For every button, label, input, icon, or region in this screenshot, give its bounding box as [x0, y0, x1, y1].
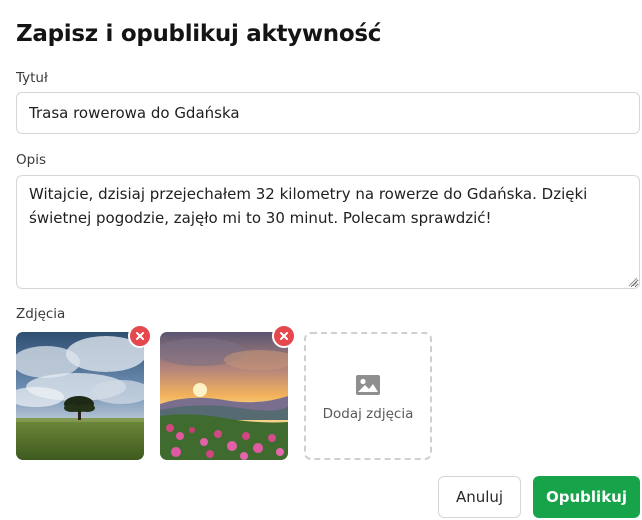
remove-photo-button[interactable]: [272, 324, 296, 348]
tree-meadow-photo-icon: [16, 332, 144, 460]
sunset-flowers-photo-icon: [160, 332, 288, 460]
cancel-button[interactable]: Anuluj: [438, 476, 521, 518]
title-input[interactable]: [16, 92, 640, 134]
title-label: Tytuł: [16, 70, 48, 86]
description-textarea[interactable]: Witajcie, dzisiaj przejechałem 32 kilome…: [16, 175, 640, 289]
close-icon: [280, 332, 288, 340]
image-icon: [356, 375, 380, 395]
page-title: Zapisz i opublikuj aktywność: [16, 21, 382, 47]
close-icon: [136, 332, 144, 340]
remove-photo-button[interactable]: [128, 324, 152, 348]
photo-thumbnail[interactable]: [160, 324, 296, 460]
photo-thumbnail[interactable]: [16, 324, 152, 460]
publish-button[interactable]: Opublikuj: [533, 476, 640, 518]
add-photos-button[interactable]: Dodaj zdjęcia: [304, 332, 432, 460]
add-photos-label: Dodaj zdjęcia: [322, 406, 414, 422]
description-label: Opis: [16, 152, 46, 168]
photos-label: Zdjęcia: [16, 306, 66, 322]
